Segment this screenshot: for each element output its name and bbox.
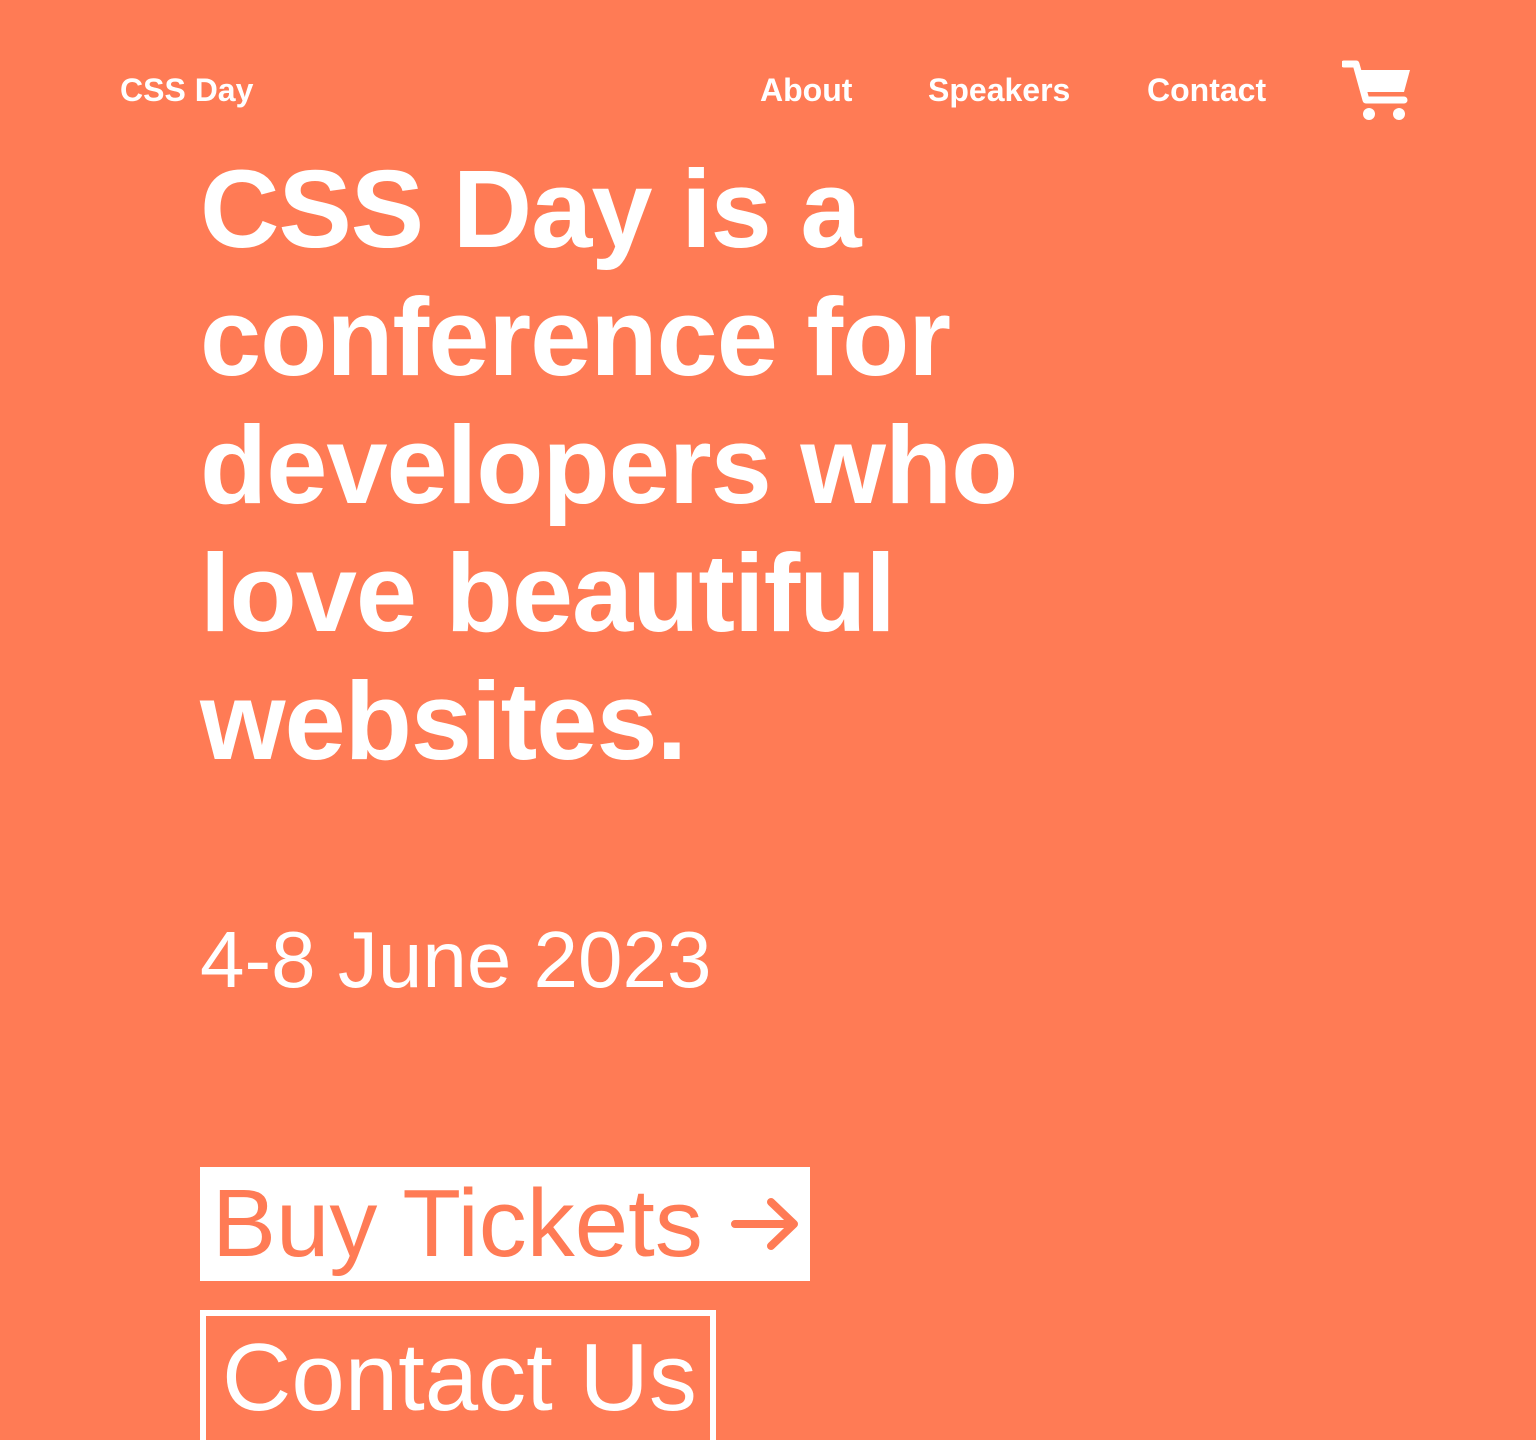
nav-link-contact[interactable]: Contact <box>1147 70 1266 110</box>
arrow-right-icon <box>730 1198 798 1250</box>
nav-link-speakers[interactable]: Speakers <box>928 70 1070 110</box>
contact-us-button[interactable]: Contact Us <box>200 1310 716 1440</box>
cart-button[interactable] <box>1342 58 1414 124</box>
buy-tickets-label: Buy Tickets <box>212 1170 703 1277</box>
brand-logo-link[interactable]: CSS Day <box>120 70 253 110</box>
event-date: 4-8 June 2023 <box>200 915 712 1004</box>
hero-title: CSS Day is a conference for developers w… <box>200 148 1018 783</box>
buy-tickets-button[interactable]: Buy Tickets <box>200 1167 810 1281</box>
page: CSS Day About Speakers Contact CSS Day i… <box>0 0 1536 1440</box>
contact-us-label: Contact Us <box>222 1324 697 1431</box>
shopping-cart-icon <box>1342 60 1410 120</box>
nav-link-about[interactable]: About <box>760 70 852 110</box>
